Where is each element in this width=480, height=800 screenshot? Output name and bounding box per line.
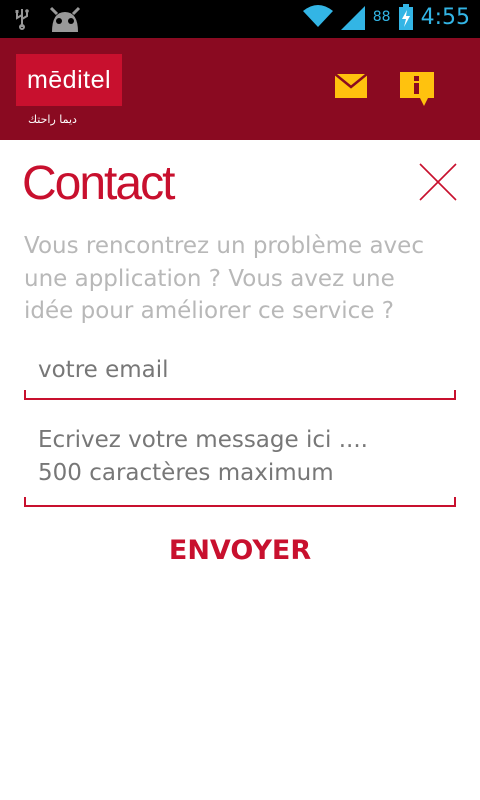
- close-icon: [419, 163, 457, 201]
- intro-line: idée pour améliorer ce service ?: [24, 298, 394, 324]
- info-button[interactable]: [398, 70, 436, 108]
- brand-logo[interactable]: mēditel: [16, 54, 122, 106]
- battery-charging-icon: [398, 4, 413, 30]
- logo-tagline: ديما راحتك: [28, 113, 77, 126]
- email-field-underline: [24, 390, 456, 400]
- clock: 4:55: [420, 4, 470, 30]
- logo-text: mēditel: [26, 65, 112, 94]
- message-field[interactable]: [24, 424, 456, 496]
- message-field-underline: [24, 497, 456, 507]
- usb-icon: [15, 9, 29, 30]
- app-header: mēditel ديما راحتك: [0, 38, 480, 140]
- email-field[interactable]: [24, 350, 456, 390]
- page-title: Contact: [22, 157, 175, 210]
- battery-percent: 88: [372, 9, 391, 25]
- status-bar: 88 4:55: [0, 0, 480, 38]
- close-button[interactable]: [418, 162, 458, 202]
- wifi-icon: [302, 5, 333, 27]
- send-button[interactable]: ENVOYER: [140, 530, 340, 570]
- signal-icon: [340, 6, 365, 30]
- intro-line: une application ? Vous avez une: [24, 265, 395, 292]
- intro-text: Vous rencontrez un problème avec une app…: [24, 230, 464, 328]
- intro-line: Vous rencontrez un problème avec: [24, 233, 424, 259]
- mail-icon: [334, 73, 368, 98]
- android-debug-icon: [49, 6, 81, 32]
- info-icon: [400, 72, 434, 106]
- mail-button[interactable]: [334, 73, 368, 98]
